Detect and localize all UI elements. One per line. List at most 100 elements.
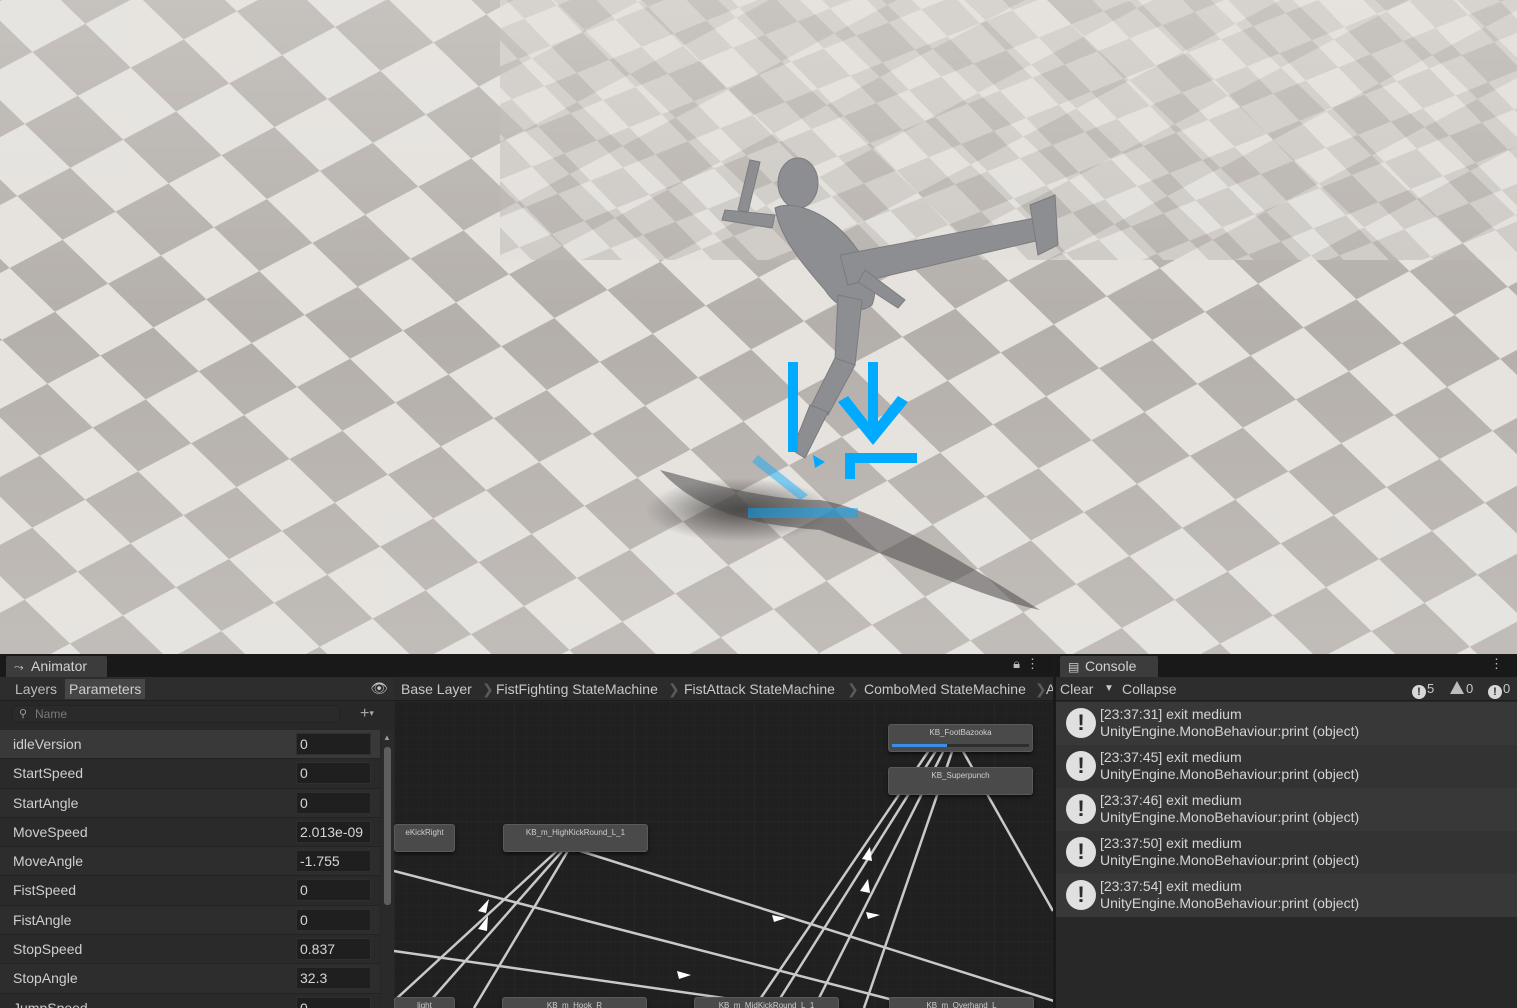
tab-console-label: Console (1085, 658, 1137, 674)
parameter-value-field[interactable]: 0 (296, 733, 371, 755)
layers-parameters-tabs: Layers Parameters 👁︎ (0, 677, 394, 701)
console-panel: ▤ Console ⋮ Clear ▼ Collapse ! 5 0 ! 0 ! [23… (1056, 654, 1517, 1008)
parameter-value-field[interactable]: 0.837 (296, 938, 371, 961)
breadcrumb-truncated[interactable]: A (1046, 677, 1053, 700)
collapse-button[interactable]: Collapse (1122, 677, 1176, 701)
console-tab-tools: ⋮ (1490, 656, 1509, 672)
parameter-name: StartAngle (13, 794, 79, 811)
dropdown-arrow-icon: ▾ (369, 708, 374, 718)
console-log-entry[interactable]: ! [23:37:31] exit medium UnityEngine.MonoB… (1056, 702, 1517, 745)
info-icon: ! (1412, 685, 1426, 699)
console-log-entry[interactable]: ! [23:37:46] exit medium UnityEngine.MonoB… (1056, 788, 1517, 831)
parameter-value-field[interactable]: 0 (296, 879, 371, 902)
info-message-icon: ! (1066, 794, 1096, 824)
state-node-label: KB_Superpunch (931, 771, 990, 780)
console-log-entry[interactable]: ! [23:37:45] exit medium UnityEngine.MonoB… (1056, 745, 1517, 788)
breadcrumb-fistfighting[interactable]: FistFighting StateMachine (496, 677, 658, 700)
scrollbar-thumb[interactable] (384, 747, 391, 905)
kebab-menu-icon[interactable]: ⋮ (1490, 656, 1509, 671)
parameter-search-input[interactable]: ⚲ Name (12, 705, 340, 723)
log-stacktrace: UnityEngine.MonoBehaviour:print (object) (1100, 723, 1360, 739)
parameter-value-field[interactable]: 0 (296, 762, 371, 785)
add-parameter-button[interactable]: +▾ (360, 705, 374, 723)
console-tabbar: ▤ Console ⋮ (1056, 654, 1517, 677)
state-node-label: KB_m_Hook_R (546, 1001, 603, 1008)
tab-console[interactable]: ▤ Console (1060, 656, 1158, 677)
console-log-entry[interactable]: ! [23:37:50] exit medium UnityEngine.MonoB… (1056, 831, 1517, 874)
animator-tab-tools: 🔒︎⋮ (1013, 656, 1045, 672)
parameter-row[interactable]: MoveSpeed 2.013e-09 (0, 817, 380, 848)
parameter-name: FistSpeed (13, 882, 77, 899)
eye-icon[interactable]: 👁︎ (370, 680, 388, 697)
state-node[interactable]: KB_m_Overhand_L (889, 997, 1034, 1008)
clear-options-dropdown-icon[interactable]: ▼ (1104, 677, 1114, 701)
console-toolbar: Clear ▼ Collapse ! 5 0 ! 0 (1056, 677, 1517, 701)
parameter-name: FistAngle (13, 911, 72, 928)
parameter-name: idleVersion (13, 736, 82, 752)
state-machine-graph[interactable]: Base Layer ❯ FistFighting StateMachine ❯… (394, 677, 1053, 1008)
breadcrumb-combomed[interactable]: ComboMed StateMachine (864, 677, 1026, 700)
state-node[interactable]: KB_FootBazooka (888, 724, 1033, 752)
parameter-name: StopSpeed (13, 941, 83, 958)
parameter-value-field[interactable]: 2.013e-09 (296, 820, 371, 843)
parameter-row[interactable]: StartSpeed 0 (0, 759, 380, 789)
parameter-name: JumpSpeed (13, 999, 88, 1008)
clear-button[interactable]: Clear (1060, 677, 1093, 701)
state-node[interactable]: KB_m_Hook_R (502, 997, 647, 1008)
parameter-row[interactable]: StopAngle 32.3 (0, 964, 380, 994)
tab-parameters[interactable]: Parameters (65, 679, 146, 699)
breadcrumb-fistattack[interactable]: FistAttack StateMachine (684, 677, 835, 700)
animator-panel: ⤳ Animator 🔒︎⋮ Layers Parameters 👁︎ ⚲ Nam… (0, 654, 1053, 1008)
parameter-value-field[interactable]: 32.3 (296, 967, 371, 990)
parameter-row[interactable]: MoveAngle -1.755 (0, 847, 380, 877)
parameter-value-field[interactable]: -1.755 (296, 850, 371, 873)
log-message: [23:37:54] exit medium (1100, 878, 1242, 894)
console-log-list: ! [23:37:31] exit medium UnityEngine.MonoB… (1056, 702, 1517, 917)
console-log-entry[interactable]: ! [23:37:54] exit medium UnityEngine.MonoB… (1056, 874, 1517, 917)
log-message: [23:37:46] exit medium (1100, 792, 1242, 808)
breadcrumb-separator: ❯ (668, 681, 680, 697)
parameter-row[interactable]: StopSpeed 0.837 (0, 935, 380, 965)
parameter-value-field[interactable]: 0 (296, 908, 371, 931)
parameter-value-field[interactable]: 0 (296, 996, 371, 1008)
state-node-label: KB_m_MidKickRound_L_1 (718, 1001, 815, 1008)
breadcrumb-separator: ❯ (482, 681, 494, 697)
parameter-row[interactable]: FistSpeed 0 (0, 876, 380, 906)
log-message: [23:37:50] exit medium (1100, 835, 1242, 851)
info-count-toggle[interactable]: ! 5 (1412, 677, 1434, 701)
info-message-icon: ! (1066, 708, 1096, 738)
parameter-value-field[interactable]: 0 (296, 791, 371, 814)
tab-animator[interactable]: ⤳ Animator (6, 656, 107, 677)
search-icon: ⚲ (19, 708, 28, 720)
state-node[interactable]: eKickRight (394, 824, 455, 852)
animator-tabbar: ⤳ Animator 🔒︎⋮ (0, 654, 1053, 677)
state-node[interactable]: light (394, 997, 455, 1008)
log-message: [23:37:31] exit medium (1100, 706, 1242, 722)
kebab-menu-icon[interactable]: ⋮ (1026, 656, 1045, 671)
error-count-toggle[interactable]: ! 0 (1488, 677, 1510, 701)
parameter-row[interactable]: idleVersion 0 (0, 730, 380, 760)
scroll-up-arrow-icon[interactable]: ▲ (383, 733, 391, 742)
info-message-icon: ! (1066, 837, 1096, 867)
parameter-row[interactable]: FistAngle 0 (0, 905, 380, 936)
state-progress-bar (892, 744, 1029, 747)
scene-view[interactable] (0, 0, 1517, 654)
log-stacktrace: UnityEngine.MonoBehaviour:print (object) (1100, 895, 1360, 911)
warning-count-toggle[interactable]: 0 (1450, 677, 1473, 701)
state-node-label: KB_m_HighKickRound_L_1 (525, 828, 626, 837)
console-icon: ▤ (1068, 660, 1080, 674)
parameter-row[interactable]: JumpSpeed 0 (0, 993, 380, 1008)
state-node[interactable]: KB_m_MidKickRound_L_1 (694, 997, 839, 1008)
state-node-label: KB_m_Overhand_L (926, 1001, 997, 1008)
breadcrumb: Base Layer ❯ FistFighting StateMachine ❯… (394, 677, 1053, 701)
breadcrumb-base-layer[interactable]: Base Layer (401, 677, 472, 700)
state-node[interactable]: KB_m_HighKickRound_L_1 (503, 824, 648, 852)
tab-layers[interactable]: Layers (11, 679, 61, 699)
error-icon: ! (1488, 685, 1502, 699)
parameter-row[interactable]: StartAngle 0 (0, 788, 380, 818)
parameter-scrollbar[interactable]: ▲ (381, 730, 394, 1008)
lock-icon[interactable]: 🔒︎ (1013, 656, 1026, 671)
tab-animator-label: Animator (31, 658, 88, 674)
state-node[interactable]: KB_Superpunch (888, 767, 1033, 795)
log-stacktrace: UnityEngine.MonoBehaviour:print (object) (1100, 852, 1360, 868)
